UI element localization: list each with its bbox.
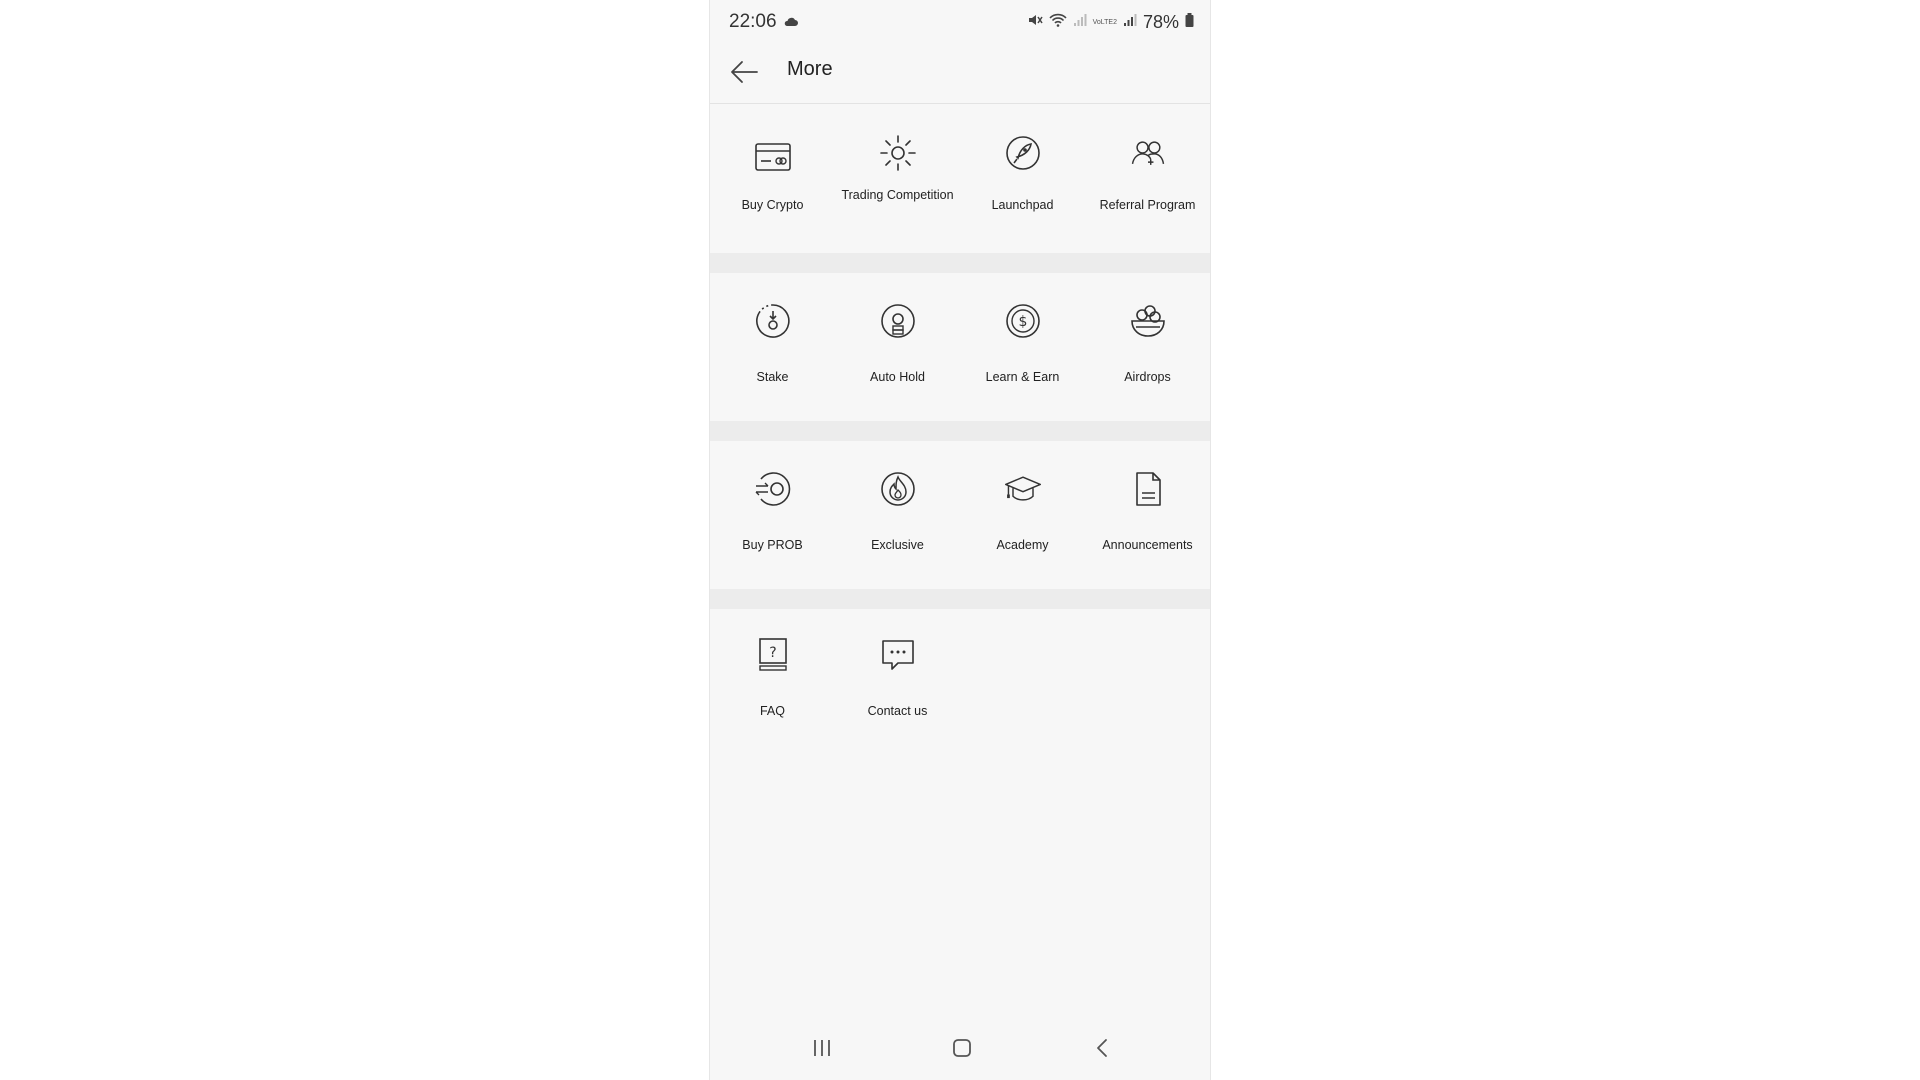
tile-label: Buy Crypto xyxy=(741,198,804,212)
chevron-left-icon xyxy=(1097,1039,1107,1057)
menu-section-3: Buy PROB Exclusive Academy Announcements xyxy=(710,441,1210,589)
flame-icon xyxy=(878,469,918,509)
section-divider xyxy=(710,421,1210,441)
tile-label: Referral Program xyxy=(1099,198,1196,212)
status-bar: 22:06 VoLTE2 78% xyxy=(710,0,1210,44)
referral-program-tile[interactable]: Referral Program xyxy=(1085,105,1210,253)
tile-label: Buy PROB xyxy=(742,538,803,552)
menu-section-1: Buy Crypto Trading Competition Launchpad… xyxy=(710,105,1210,253)
status-time: 22:06 xyxy=(729,11,777,32)
academy-tile[interactable]: Academy xyxy=(960,441,1085,589)
dollar-coin-icon: $ xyxy=(1003,301,1043,341)
tile-label: Academy xyxy=(996,538,1049,552)
arrow-left-icon xyxy=(731,61,758,83)
cloud-icon xyxy=(783,14,799,32)
battery-icon xyxy=(1185,13,1194,32)
volte-label: VoLTE2 xyxy=(1092,19,1117,26)
chat-bubble-icon xyxy=(878,635,918,675)
users-icon xyxy=(1128,133,1168,173)
page-title: More xyxy=(787,58,833,80)
contact-us-tile[interactable]: Contact us xyxy=(835,609,960,769)
mute-icon xyxy=(1027,12,1043,33)
home-icon xyxy=(953,1039,971,1057)
document-icon xyxy=(1128,469,1168,509)
wifi-icon xyxy=(1048,12,1067,33)
recent-apps-icon xyxy=(814,1040,830,1056)
tile-label: FAQ xyxy=(759,704,785,718)
svg-text:$: $ xyxy=(1018,314,1027,330)
tile-label: Stake xyxy=(756,370,789,384)
rocket-icon xyxy=(1003,133,1043,173)
auto-hold-tile[interactable]: Auto Hold xyxy=(835,273,960,421)
exchange-coin-icon xyxy=(753,469,793,509)
tile-label: Trading Competition xyxy=(841,188,954,202)
stake-icon xyxy=(753,301,793,341)
credit-card-icon xyxy=(753,137,793,177)
buy-prob-tile[interactable]: Buy PROB xyxy=(710,441,835,589)
launchpad-tile[interactable]: Launchpad xyxy=(960,105,1085,253)
tile-label: Announcements xyxy=(1102,538,1193,552)
tile-label: Airdrops xyxy=(1124,370,1171,384)
status-icons: VoLTE2 78% xyxy=(1027,12,1194,33)
graduation-cap-icon xyxy=(1003,469,1043,509)
exclusive-tile[interactable]: Exclusive xyxy=(835,441,960,589)
system-nav-bar xyxy=(710,1020,1210,1080)
tile-label: Launchpad xyxy=(991,198,1054,212)
svg-text:?: ? xyxy=(769,645,776,661)
recent-apps-button[interactable] xyxy=(802,1028,842,1068)
buy-crypto-tile[interactable]: Buy Crypto xyxy=(710,105,835,253)
tile-label: Auto Hold xyxy=(870,370,925,384)
section-divider xyxy=(710,589,1210,609)
tile-label: Exclusive xyxy=(871,538,924,552)
basket-icon xyxy=(1128,301,1168,341)
auto-hold-icon xyxy=(878,301,918,341)
airdrops-tile[interactable]: Airdrops xyxy=(1085,273,1210,421)
tile-label: Learn & Earn xyxy=(985,370,1060,384)
empty-tile xyxy=(960,609,1085,769)
empty-tile xyxy=(1085,609,1210,769)
learn-and-earn-tile[interactable]: $ Learn & Earn xyxy=(960,273,1085,421)
phone-screen: 22:06 VoLTE2 78% More Buy Crypto Trading… xyxy=(709,0,1211,1080)
announcements-tile[interactable]: Announcements xyxy=(1085,441,1210,589)
trading-competition-tile[interactable]: Trading Competition xyxy=(835,105,960,253)
faq-tile[interactable]: ? FAQ xyxy=(710,609,835,769)
system-back-button[interactable] xyxy=(1082,1028,1122,1068)
menu-section-2: Stake Auto Hold $ Learn & Earn Airdrops xyxy=(710,273,1210,421)
section-divider xyxy=(710,253,1210,273)
tile-label: Contact us xyxy=(867,704,928,718)
back-button[interactable] xyxy=(726,54,762,90)
app-bar: More xyxy=(710,44,1210,104)
sun-icon xyxy=(878,133,918,173)
signal-icon xyxy=(1123,13,1137,32)
battery-percent: 78% xyxy=(1142,12,1179,32)
stake-tile[interactable]: Stake xyxy=(710,273,835,421)
faq-icon: ? xyxy=(753,635,793,675)
home-button[interactable] xyxy=(942,1028,982,1068)
menu-section-4: ? FAQ Contact us xyxy=(710,609,1210,769)
signal-icon xyxy=(1073,13,1087,32)
